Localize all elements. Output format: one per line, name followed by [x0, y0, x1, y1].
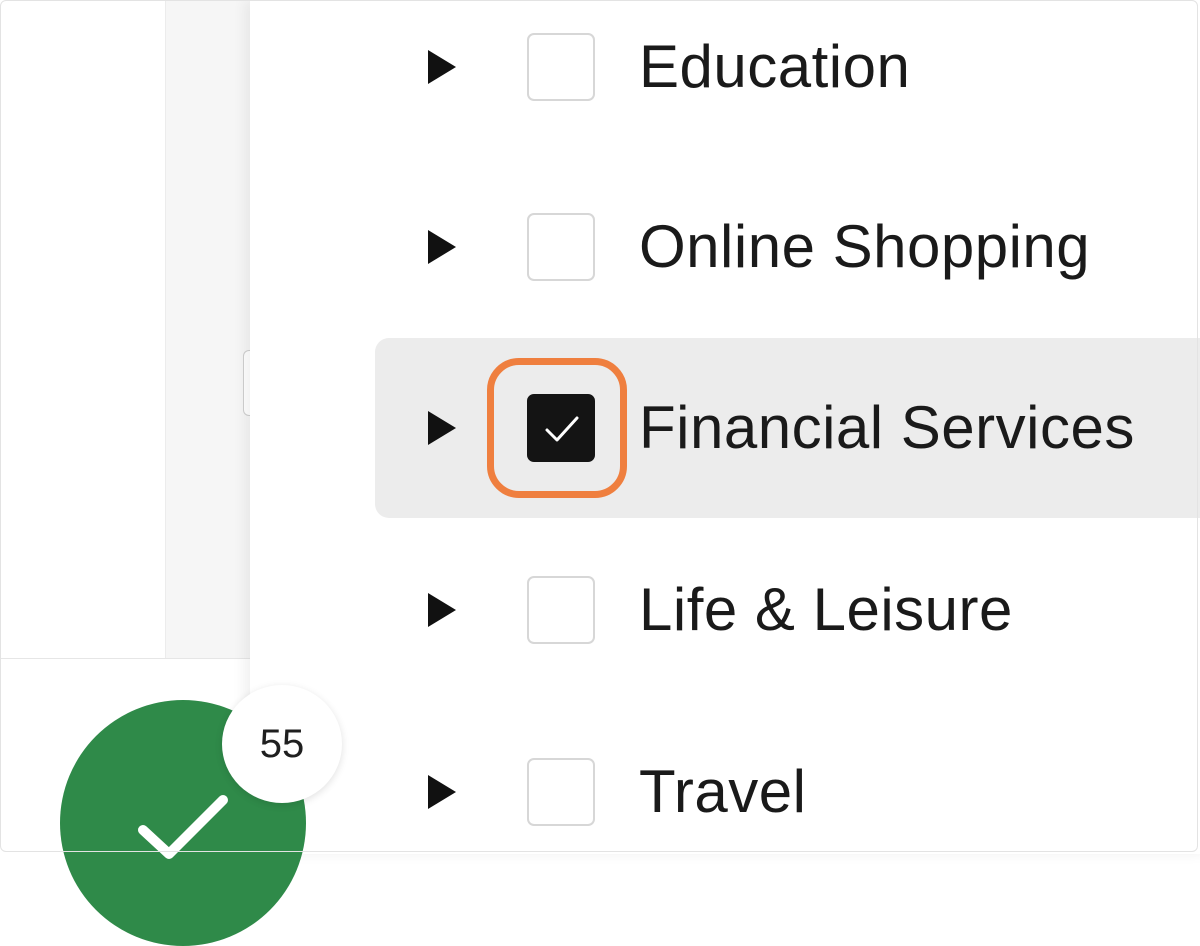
- category-dropdown-panel: Education Online Shopping Financial Serv…: [250, 0, 1200, 854]
- category-label: Travel: [639, 758, 807, 825]
- expand-arrow-icon[interactable]: [428, 50, 456, 84]
- category-row-travel[interactable]: Travel: [375, 702, 1200, 882]
- background-divider: [0, 658, 260, 659]
- category-label: Online Shopping: [639, 213, 1091, 280]
- background-left-column: [0, 0, 165, 658]
- expand-arrow-icon[interactable]: [428, 775, 456, 809]
- checkmark-icon: [138, 795, 228, 859]
- expand-arrow-icon[interactable]: [428, 230, 456, 264]
- category-checkbox-online-shopping[interactable]: [527, 213, 595, 281]
- expand-arrow-icon[interactable]: [428, 411, 456, 445]
- count-badge: 55: [222, 685, 342, 803]
- category-checkbox-life-leisure[interactable]: [527, 576, 595, 644]
- category-row-online-shopping[interactable]: Online Shopping: [375, 157, 1200, 337]
- category-checkbox-travel[interactable]: [527, 758, 595, 826]
- category-row-education[interactable]: Education: [375, 0, 1200, 157]
- category-label: Life & Leisure: [639, 576, 1013, 643]
- category-label: Education: [639, 33, 911, 100]
- background-side-strip: [165, 0, 256, 658]
- checkmark-icon: [545, 416, 579, 442]
- category-row-life-leisure[interactable]: Life & Leisure: [375, 520, 1200, 700]
- category-label: Financial Services: [639, 394, 1135, 461]
- category-checkbox-education[interactable]: [527, 33, 595, 101]
- category-row-financial-services[interactable]: Financial Services: [375, 338, 1200, 518]
- expand-arrow-icon[interactable]: [428, 593, 456, 627]
- category-checkbox-financial-services[interactable]: [527, 394, 595, 462]
